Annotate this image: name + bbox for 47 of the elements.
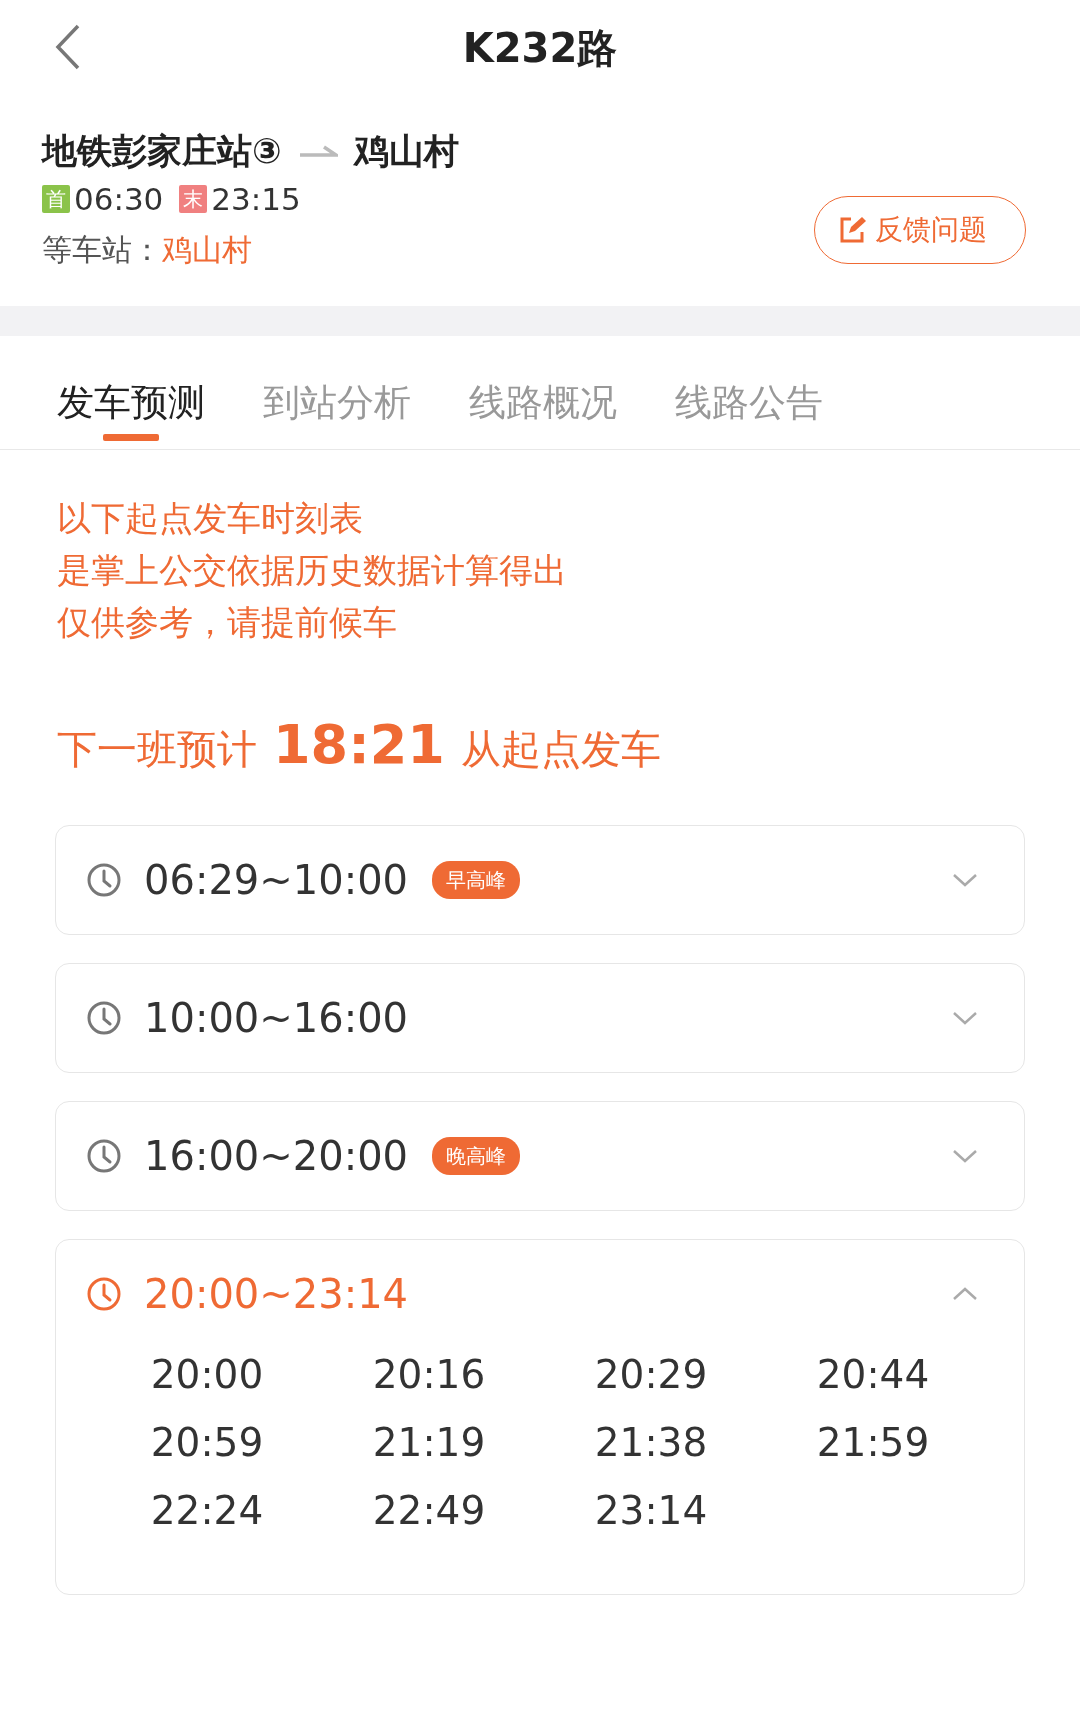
destination-stop: 鸡山村 [353, 130, 459, 172]
page-title: K232路 [462, 28, 618, 68]
departure-time: 22:49 [371, 1486, 487, 1535]
clock-icon [86, 1275, 122, 1312]
next-bus-time: 18:21 [273, 711, 445, 778]
chevron-up-icon [952, 1286, 978, 1301]
wait-stop-label: 等车站： [42, 230, 162, 269]
chevron-down-icon [952, 872, 978, 887]
departure-time: 22:24 [149, 1486, 265, 1535]
tab[interactable]: 线路概况 [469, 335, 617, 449]
next-bus-label: 下一班预计 [57, 724, 257, 774]
tab[interactable]: 到站分析 [263, 335, 411, 449]
feedback-button[interactable]: 反馈问题 [814, 195, 1026, 264]
period-range: 06:29~10:00 [144, 855, 409, 905]
first-bus-label: 首 [42, 185, 70, 214]
period-range: 16:00~20:00 [144, 1131, 409, 1181]
clock-icon [86, 999, 122, 1036]
notice-text: 以下起点发车时刻表 是掌上公交依据历史数据计算得出 仅供参考，请提前候车 [57, 496, 568, 644]
next-bus-label: 从起点发车 [460, 724, 661, 774]
clock-icon [86, 1137, 122, 1174]
last-bus-time: 23:15 [211, 180, 301, 219]
departure-time: 20:16 [371, 1350, 487, 1399]
tab[interactable]: 线路公告 [675, 335, 823, 449]
chevron-down-icon [952, 1010, 978, 1025]
period-range: 10:00~16:00 [144, 993, 409, 1043]
peak-tag: 早高峰 [432, 860, 521, 899]
departure-time: 21:59 [815, 1418, 931, 1467]
departure-time: 23:14 [593, 1486, 709, 1535]
period-header[interactable]: 10:00~16:00 [56, 963, 1024, 1072]
clock-icon [86, 861, 122, 898]
wait-stop-name[interactable]: 鸡山村 [162, 226, 252, 272]
departure-time: 21:19 [371, 1418, 487, 1467]
chevron-down-icon [952, 1148, 978, 1163]
last-bus-label: 末 [179, 185, 208, 214]
period-header[interactable]: 16:00~20:00 晚高峰 [56, 1101, 1024, 1210]
tab[interactable]: 发车预测 [57, 335, 205, 449]
departure-time: 21:38 [593, 1418, 709, 1467]
period-range: 20:00~23:14 [144, 1269, 409, 1319]
peak-tag: 晚高峰 [432, 1136, 521, 1175]
departure-time: 20:44 [815, 1350, 931, 1399]
departure-time: 20:00 [149, 1350, 265, 1399]
period-header[interactable]: 20:00~23:14 [56, 1239, 1024, 1348]
departure-time: 20:59 [149, 1418, 265, 1467]
origin-stop: 地铁彭家庄站③ [42, 130, 282, 172]
period-header[interactable]: 06:29~10:00 早高峰 [56, 825, 1024, 934]
departure-time: 20:29 [593, 1350, 709, 1399]
first-bus-time: 06:30 [74, 180, 164, 219]
